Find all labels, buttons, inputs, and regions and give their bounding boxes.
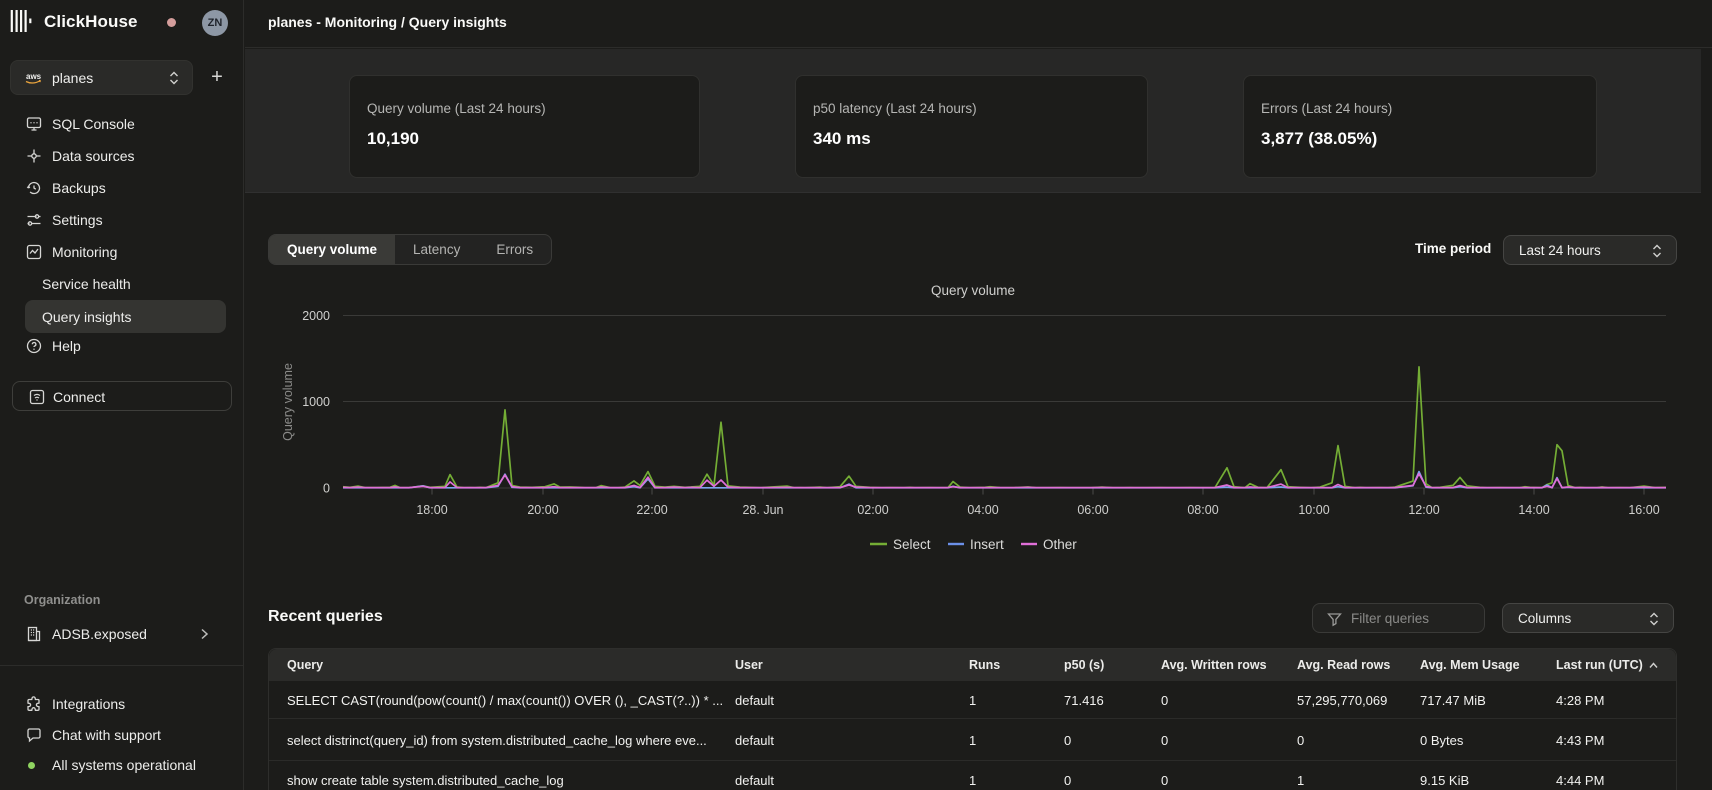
svg-text:16:00: 16:00	[1628, 503, 1659, 517]
svg-text:08:00: 08:00	[1187, 503, 1218, 517]
svg-text:2000: 2000	[302, 309, 330, 323]
svg-text:06:00: 06:00	[1077, 503, 1108, 517]
svg-text:18:00: 18:00	[416, 503, 447, 517]
svg-text:10:00: 10:00	[1298, 503, 1329, 517]
svg-text:12:00: 12:00	[1408, 503, 1439, 517]
svg-text:28. Jun: 28. Jun	[742, 503, 783, 517]
svg-text:14:00: 14:00	[1518, 503, 1549, 517]
svg-text:Other: Other	[1043, 537, 1077, 552]
svg-text:0: 0	[323, 482, 330, 496]
svg-text:1000: 1000	[302, 395, 330, 409]
svg-text:20:00: 20:00	[527, 503, 558, 517]
svg-text:22:00: 22:00	[636, 503, 667, 517]
svg-text:aws: aws	[26, 72, 42, 81]
svg-text:02:00: 02:00	[857, 503, 888, 517]
svg-text:04:00: 04:00	[967, 503, 998, 517]
svg-text:Query volume: Query volume	[931, 283, 1015, 298]
svg-text:Insert: Insert	[970, 537, 1004, 552]
svg-text:Select: Select	[893, 537, 931, 552]
svg-text:Query volume: Query volume	[281, 363, 295, 441]
